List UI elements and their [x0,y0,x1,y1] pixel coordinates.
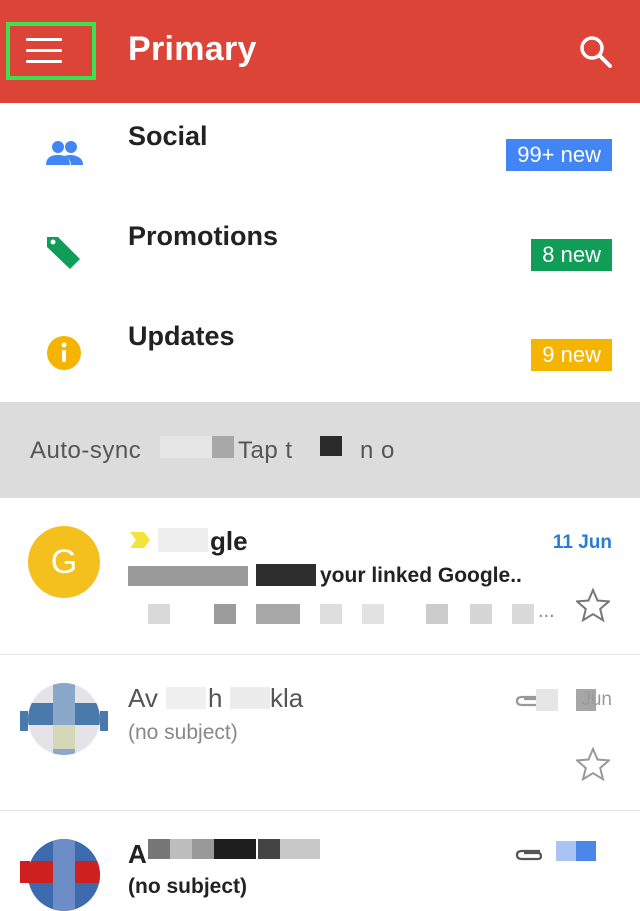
snippet-ellipsis: ... [538,600,555,622]
hamburger-menu-icon[interactable] [26,38,62,64]
email-row[interactable]: Av h kla (no subject) Jun [0,655,640,811]
blurred-text [212,436,234,458]
star-icon[interactable] [576,747,610,781]
blurred-text [192,839,214,859]
sync-text-fragment: Auto-sync [30,437,142,464]
email-row[interactable]: A (no subject) [0,811,640,911]
blurred-avatar-edge [100,711,108,731]
search-icon[interactable] [578,34,614,70]
email-subject: (no subject) [128,721,238,744]
blurred-text [166,687,206,709]
blurred-text [556,841,576,861]
blurred-text [280,839,320,859]
app-bar: Primary [0,0,640,103]
sender-name: kla [270,683,304,713]
auto-sync-banner[interactable]: Auto-sync Tap t n o [0,402,640,498]
email-row[interactable]: G gle 11 Jun your linked Google.. ... [0,498,640,655]
category-row-promotions[interactable]: Promotions 8 new [0,203,640,304]
category-label: Updates [128,321,235,351]
avatar-letter: G [28,526,100,598]
category-label: Social [128,121,208,151]
star-icon[interactable] [576,588,610,622]
new-count-badge: 9 new [531,339,612,371]
blurred-avatar-edge [20,711,28,731]
blurred-text [214,839,256,859]
avatar [28,839,100,911]
blurred-text [214,604,236,624]
blurred-text [258,839,280,859]
avatar: G [28,526,100,598]
new-count-badge: 99+ new [506,139,612,171]
email-snippet: your linked Google.. [320,564,522,587]
blurred-text [362,604,384,624]
category-label: Promotions [128,221,279,251]
blurred-text [170,839,192,859]
page-title: Primary [128,30,257,68]
sender-name: Av [128,683,158,713]
blurred-text [256,564,316,586]
blurred-text [512,604,534,624]
blurred-avatar-edge [20,861,30,883]
tag-icon [47,237,80,269]
new-count-badge: 8 new [531,239,612,271]
blurred-text [128,566,248,586]
importance-marker-icon [130,532,150,548]
email-date: Jun [581,689,612,710]
attachment-icon [515,849,543,861]
blurred-text [320,436,342,456]
sender-name: A [128,839,147,869]
sender-name: gle [210,526,248,556]
blurred-text [148,839,170,859]
blurred-text [148,604,170,624]
email-subject: (no subject) [128,875,247,898]
category-row-updates[interactable]: Updates 9 new [0,303,640,404]
blurred-text [426,604,448,624]
people-icon [46,141,83,165]
blurred-text [230,687,270,709]
email-date: 11 Jun [552,532,612,553]
category-row-social[interactable]: Social 99+ new [0,103,640,204]
sender-name: h [208,683,223,713]
blurred-text [256,604,300,624]
info-icon [47,336,81,370]
blurred-text [576,841,596,861]
sync-text-fragment: Tap t [238,437,293,464]
blurred-text [470,604,492,624]
blurred-text [320,604,342,624]
avatar [28,683,100,755]
blurred-text [160,436,212,458]
blurred-text [536,689,558,711]
blurred-text [158,528,208,552]
sync-text-fragment: n o [360,437,395,464]
